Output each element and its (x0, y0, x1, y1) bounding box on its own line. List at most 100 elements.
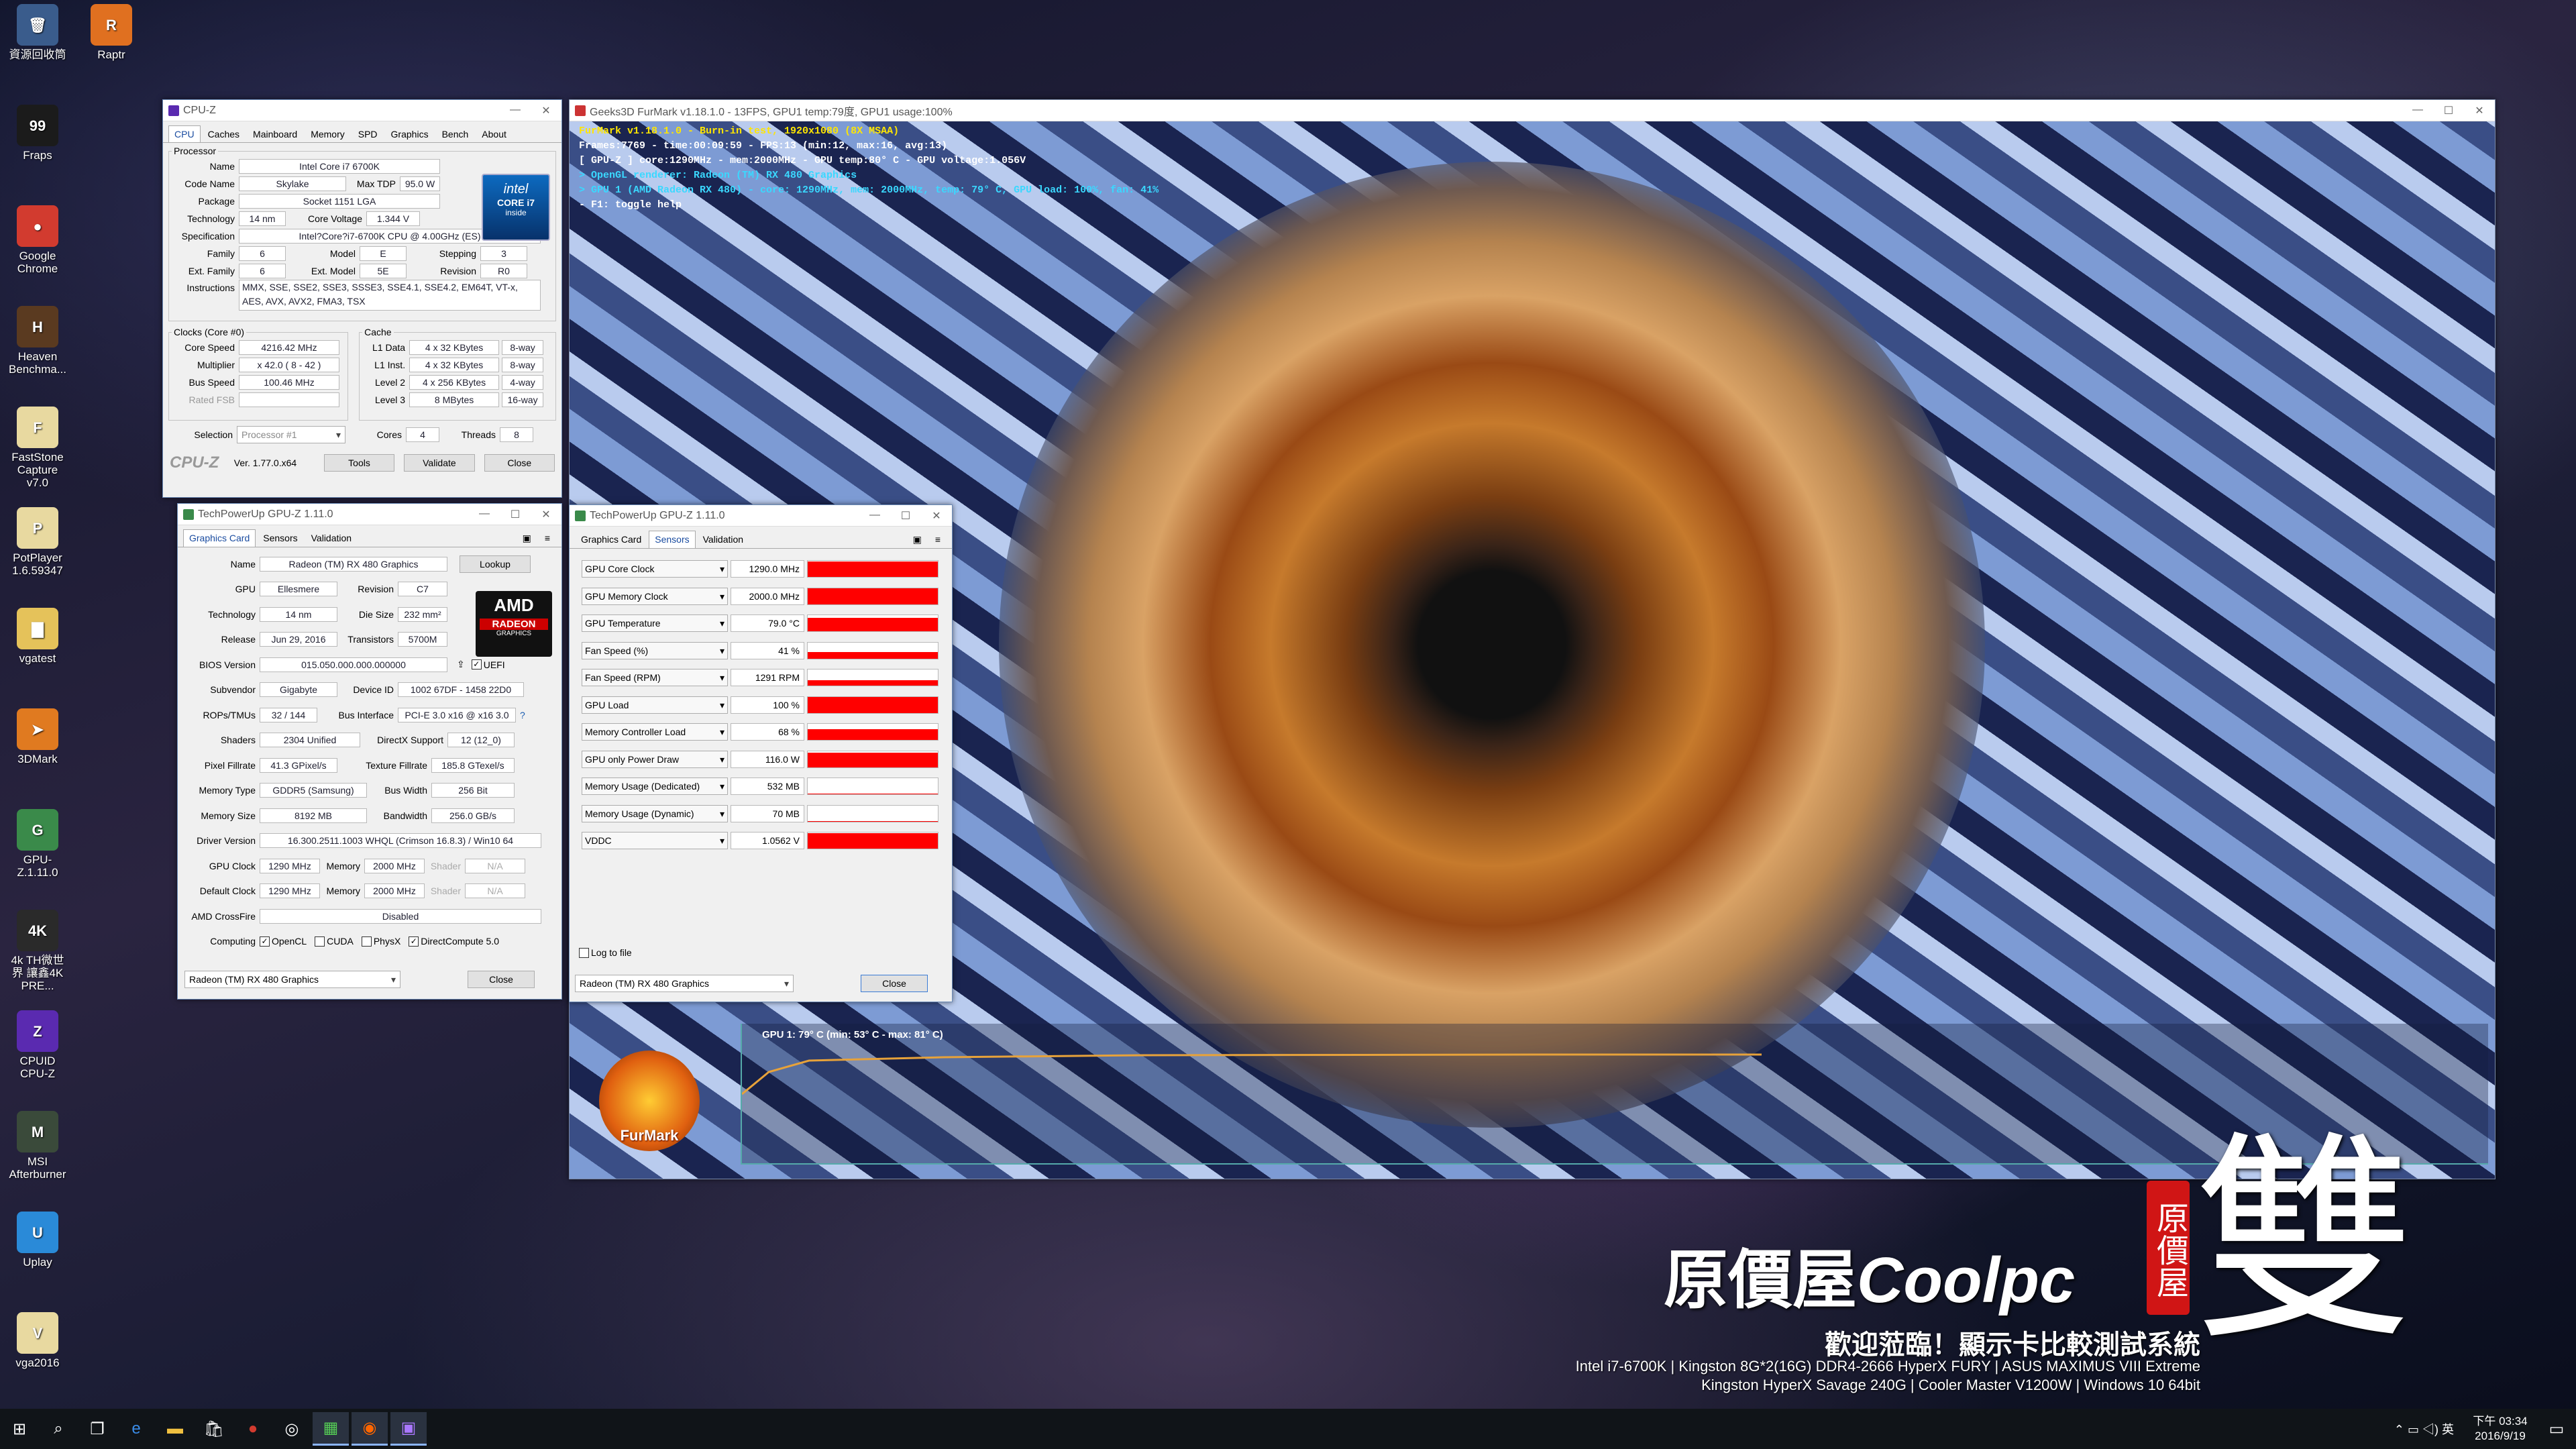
close-icon[interactable]: ✕ (531, 104, 561, 117)
desktop-icon[interactable]: 🗑 資源回收筒 (5, 4, 70, 61)
sensor-name[interactable]: Memory Controller Load (582, 723, 728, 741)
gpuz2-close-button[interactable]: Close (861, 975, 928, 992)
tab-sensors[interactable]: Sensors (649, 531, 696, 548)
minimize-icon[interactable]: — (859, 509, 890, 523)
camera-icon[interactable]: ▣ (517, 529, 537, 547)
close-icon[interactable]: ✕ (2464, 104, 2495, 117)
sensor-value: 532 MB (731, 777, 804, 796)
search-icon[interactable]: ⌕ (40, 1412, 76, 1446)
maximize-icon[interactable]: ☐ (500, 508, 531, 521)
desktop-icon[interactable]: Vvga2016 (5, 1312, 70, 1369)
tab-graphics-card[interactable]: Graphics Card (575, 531, 647, 548)
sensor-name[interactable]: Memory Usage (Dedicated) (582, 777, 728, 796)
minimize-icon[interactable]: — (469, 508, 500, 521)
close-icon[interactable]: ✕ (531, 508, 561, 521)
menu-icon[interactable]: ≡ (539, 529, 556, 547)
gpuz1-close-button[interactable]: Close (468, 971, 535, 988)
share-icon[interactable]: ⇪ (457, 659, 465, 670)
driver-label: Driver Version (197, 835, 256, 847)
sensor-name[interactable]: Fan Speed (%) (582, 641, 728, 659)
sensor-name[interactable]: Fan Speed (RPM) (582, 669, 728, 687)
sensor-name[interactable]: Memory Usage (Dynamic) (582, 804, 728, 822)
desktop-icon[interactable]: ● Google Chrome (5, 205, 70, 275)
default-memory-label: Memory (326, 885, 360, 897)
cpuz-close-button[interactable]: Close (484, 454, 555, 472)
minimize-icon[interactable]: — (500, 104, 531, 117)
tab-caches[interactable]: Caches (202, 125, 246, 142)
gpu-select[interactable]: Radeon (TM) RX 480 Graphics (184, 971, 400, 988)
tab-memory[interactable]: Memory (305, 125, 351, 142)
clock[interactable]: 下午 03:34 2016/9/19 (2463, 1414, 2537, 1444)
fm-line2: Frames:7769 - time:00:09:59 - FPS:13 (mi… (579, 140, 948, 152)
uefi-checkbox[interactable]: ✓ (471, 659, 482, 670)
gpuz2-titlebar[interactable]: TechPowerUp GPU-Z 1.11.0 — ☐ ✕ (570, 505, 952, 527)
gpu-select[interactable]: Radeon (TM) RX 480 Graphics (575, 975, 794, 992)
tab-validation[interactable]: Validation (697, 531, 749, 548)
validate-button[interactable]: Validate (404, 454, 475, 472)
desktop-icon[interactable]: G GPU-Z.1.11.0 (5, 809, 70, 879)
cpuz-titlebar[interactable]: CPU-Z — ✕ (163, 100, 561, 121)
furmark-task-icon[interactable]: ◉ (352, 1412, 388, 1446)
opencl-checkbox[interactable]: ✓ (260, 936, 270, 947)
sensor-name[interactable]: GPU Memory Clock (582, 587, 728, 605)
edge-icon[interactable]: e (118, 1412, 154, 1446)
log-checkbox[interactable] (579, 947, 589, 958)
desktop-icon[interactable]: ▇ vgatest (5, 608, 70, 665)
tab-mainboard[interactable]: Mainboard (247, 125, 303, 142)
lookup-button[interactable]: Lookup (460, 555, 531, 573)
maximize-icon[interactable]: ☐ (890, 509, 921, 523)
minimize-icon[interactable]: — (2402, 104, 2433, 117)
file-explorer-icon[interactable]: ▬ (157, 1412, 193, 1446)
tab-about[interactable]: About (476, 125, 513, 142)
chrome-icon[interactable]: ● (235, 1412, 271, 1446)
tools-button[interactable]: Tools (323, 454, 395, 472)
desktop-icon[interactable]: F FastStone Capture v7.0 (5, 407, 70, 489)
tab-validation[interactable]: Validation (305, 529, 358, 547)
tab-graphics[interactable]: Graphics (385, 125, 435, 142)
selection-dropdown[interactable]: Processor #1 (237, 426, 345, 443)
sensor-name[interactable]: GPU only Power Draw (582, 750, 728, 768)
help-icon[interactable]: ? (520, 710, 525, 720)
desktop-icon[interactable]: U Uplay (5, 1212, 70, 1269)
desktop-icon[interactable]: H Heaven Benchma... (5, 306, 70, 376)
task-view-icon[interactable]: ❐ (79, 1412, 115, 1446)
tab-cpu[interactable]: CPU (168, 125, 201, 142)
store-icon[interactable]: 🛍 (196, 1412, 232, 1446)
furmark-titlebar[interactable]: Geeks3D FurMark v1.18.1.0 - 13FPS, GPU1 … (570, 100, 2495, 121)
sensor-name[interactable]: GPU Load (582, 696, 728, 714)
physx-checkbox[interactable] (361, 936, 372, 947)
desktop-icon[interactable]: M MSI Afterburner (5, 1111, 70, 1181)
desktop-icon[interactable]: ➤ 3DMark (5, 708, 70, 765)
close-icon[interactable]: ✕ (921, 509, 952, 523)
cuda-checkbox[interactable] (315, 936, 325, 947)
desktop-icon[interactable]: R Raptr (79, 4, 144, 61)
desktop-icon[interactable]: 4K 4k TH微世界 讓鑫4K PRE... (5, 910, 70, 992)
desktop-icon[interactable]: P PotPlayer 1.6.59347 (5, 507, 70, 577)
tray-icons[interactable]: ⌃ ▭ ◁) 英 (2385, 1420, 2463, 1438)
desktop-icon[interactable]: 99 Fraps (5, 105, 70, 162)
tab-spd[interactable]: SPD (352, 125, 384, 142)
tab-bench[interactable]: Bench (436, 125, 475, 142)
sensor-name[interactable]: GPU Core Clock (582, 560, 728, 578)
sensor-name[interactable]: GPU Temperature (582, 614, 728, 633)
desktop-icon[interactable]: Z CPUID CPU-Z (5, 1010, 70, 1080)
cpuz-task-icon[interactable]: ▣ (390, 1412, 427, 1446)
network-app-icon[interactable]: ◎ (274, 1412, 310, 1446)
gpuz-task-icon[interactable]: ▦ (313, 1412, 349, 1446)
sensor-name[interactable]: VDDC (582, 832, 728, 850)
log-label: Log to file (591, 947, 632, 958)
maximize-icon[interactable]: ☐ (2433, 104, 2464, 117)
start-icon[interactable]: ⊞ (1, 1412, 38, 1446)
camera-icon[interactable]: ▣ (907, 531, 928, 548)
tab-graphics-card[interactable]: Graphics Card (183, 529, 256, 547)
gpuclock-label: GPU Clock (209, 860, 256, 871)
notification-icon[interactable]: ▭ (2538, 1412, 2575, 1446)
directcompute-checkbox[interactable]: ✓ (409, 936, 419, 947)
codename-label: Code Name (184, 178, 235, 189)
gpuz1-titlebar[interactable]: TechPowerUp GPU-Z 1.11.0 — ☐ ✕ (178, 504, 561, 525)
app-icon: Z (17, 1010, 58, 1052)
desktop-icon-label: Heaven Benchma... (9, 350, 66, 376)
tab-sensors[interactable]: Sensors (257, 529, 303, 547)
revision-label: Revision (440, 266, 476, 276)
menu-icon[interactable]: ≡ (929, 531, 947, 548)
